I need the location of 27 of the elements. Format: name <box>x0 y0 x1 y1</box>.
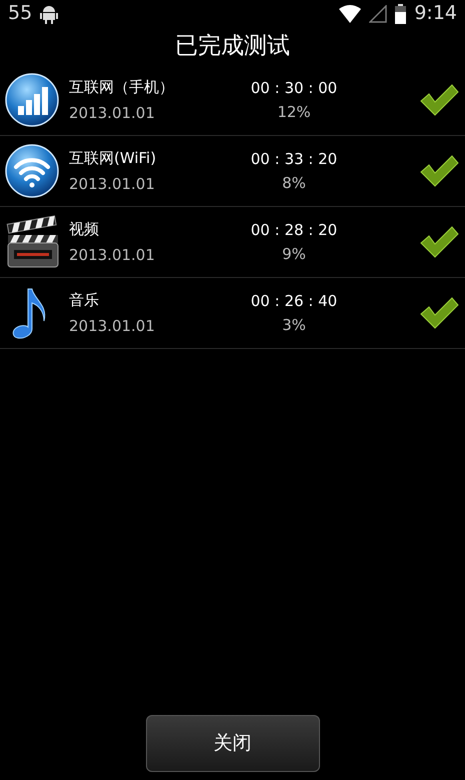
test-percent: 8% <box>282 173 306 194</box>
wifi-globe-icon <box>4 143 60 199</box>
test-percent: 3% <box>282 315 306 336</box>
test-date: 2013.01.01 <box>69 174 156 195</box>
test-date: 2013.01.01 <box>69 316 156 337</box>
clapperboard-icon <box>4 214 60 270</box>
signal-globe-icon <box>4 72 60 128</box>
test-duration: 00 : 26 : 40 <box>250 290 338 312</box>
test-name: 互联网(WiFi) <box>69 148 158 168</box>
test-duration: 00 : 30 : 00 <box>250 78 338 98</box>
test-date: 2013.01.01 <box>69 245 156 266</box>
test-duration: 00 : 28 : 20 <box>250 220 338 240</box>
test-percent: 12% <box>277 102 311 123</box>
test-percent: 9% <box>282 244 306 265</box>
test-name: 音乐 <box>69 290 100 310</box>
battery-icon <box>395 4 406 24</box>
notification-count: 55 <box>8 1 32 26</box>
android-icon <box>40 4 58 24</box>
test-date: 2013.01.01 <box>69 103 156 124</box>
wifi-icon <box>339 4 362 22</box>
clock: 9:14 <box>414 1 457 26</box>
screen-title: 已完成测试 <box>175 32 290 61</box>
test-name: 互联网（手机） <box>69 76 175 98</box>
test-name: 视频 <box>69 218 100 240</box>
test-duration: 00 : 33 : 20 <box>250 148 338 170</box>
signal-icon <box>369 4 388 22</box>
close-button[interactable]: 关闭 <box>146 715 320 772</box>
